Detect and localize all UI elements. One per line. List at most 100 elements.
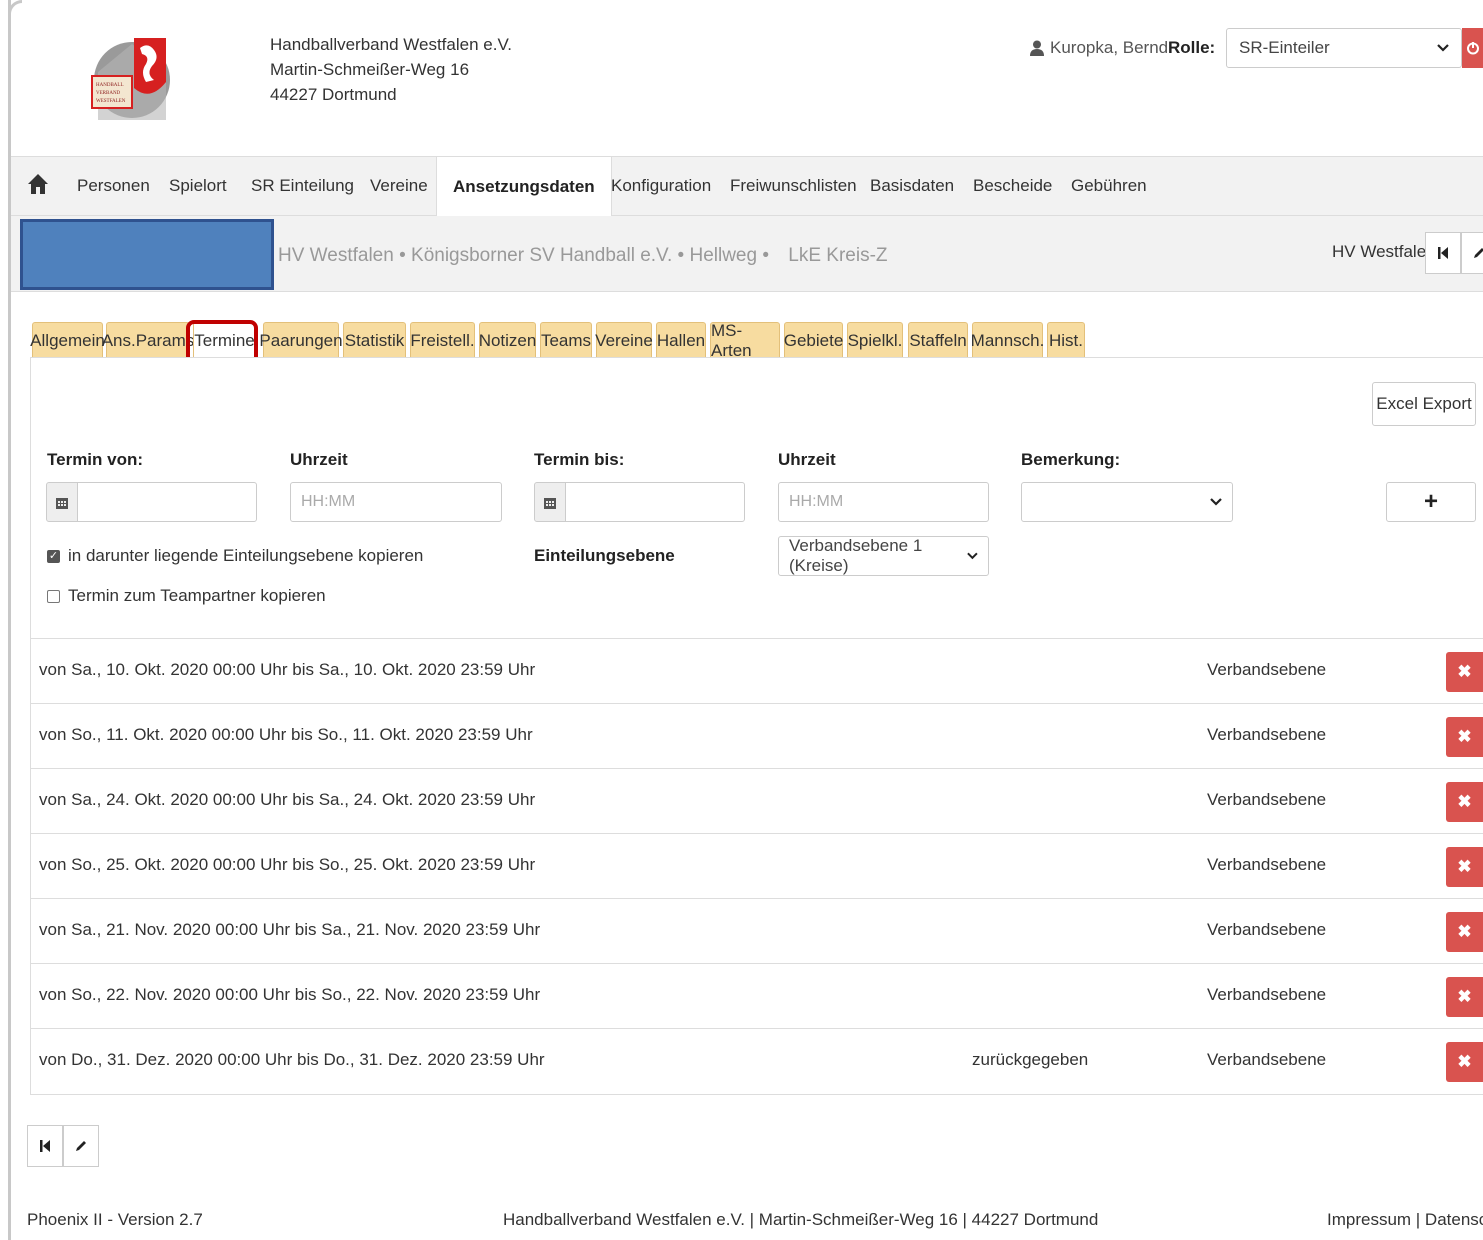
times-icon: ✖ <box>1457 857 1472 876</box>
nav-item-basisdaten[interactable]: Basisdaten <box>854 157 970 215</box>
termin-level: Verbandsebene <box>1207 920 1327 939</box>
termin-level: Verbandsebene <box>1207 985 1327 1004</box>
termin-level: Verbandsebene <box>1207 790 1327 809</box>
copy-lower-level-label: in darunter liegende Einteilungsebene ko… <box>68 546 424 565</box>
termin-text: von So., 11. Okt. 2020 00:00 Uhr bis So.… <box>39 725 533 744</box>
tab-paarungen[interactable]: Paarungen <box>259 322 343 358</box>
chevron-down-icon <box>1437 44 1449 52</box>
nav-item-konfiguration[interactable]: Konfiguration <box>595 157 727 215</box>
association-logo: HANDBALL VERBAND WESTFALEN <box>91 38 170 120</box>
times-icon: ✖ <box>1457 727 1472 746</box>
termin-text: von So., 22. Nov. 2020 00:00 Uhr bis So.… <box>39 985 541 1004</box>
tab-notizen[interactable]: Notizen <box>479 322 536 358</box>
einteilungsebene-label: Einteilungsebene <box>534 546 675 565</box>
tab-allgemein[interactable]: Allgemein <box>30 322 105 358</box>
date-to-input[interactable] <box>565 482 745 522</box>
tab-teams[interactable]: Teams <box>540 322 592 358</box>
breadcrumb-path[interactable]: HV Westfalen • Königsborner SV Handball … <box>278 245 769 266</box>
delete-termin-button[interactable]: ✖ <box>1446 977 1483 1017</box>
nav-item-spielort[interactable]: Spielort <box>153 157 243 215</box>
tab-gebiete[interactable]: Gebiete <box>784 322 843 358</box>
calendar-icon <box>544 497 556 509</box>
delete-termin-button[interactable]: ✖ <box>1446 847 1483 887</box>
add-termin-button[interactable]: + <box>1386 482 1476 522</box>
nav-item-freiwunschlisten[interactable]: Freiwunschlisten <box>714 157 873 215</box>
nav-item-vereine[interactable]: Vereine <box>354 157 444 215</box>
tab-hallen[interactable]: Hallen <box>656 322 706 358</box>
copy-lower-level-option[interactable]: ✓ in darunter liegende Einteilungsebene … <box>47 546 423 566</box>
first-page-icon <box>40 1140 50 1152</box>
context-label: HV Westfalen <box>1332 242 1436 261</box>
times-icon: ✖ <box>1457 792 1472 811</box>
nav-item-bescheide[interactable]: Bescheide <box>957 157 1068 215</box>
copy-teampartner-checkbox[interactable] <box>47 589 60 603</box>
breadcrumb-extra[interactable]: LkE Kreis-Z <box>788 245 887 266</box>
logo-text-3: WESTFALEN <box>96 99 126 104</box>
termin-text: von Sa., 21. Nov. 2020 00:00 Uhr bis Sa.… <box>39 920 541 939</box>
einteilungsebene-select[interactable]: Verbandsebene 1 (Kreise) <box>778 536 989 576</box>
footer-address: Handballverband Westfalen e.V. | Martin-… <box>503 1210 1099 1229</box>
first-page-button-top[interactable] <box>1425 232 1461 274</box>
times-icon: ✖ <box>1457 987 1472 1006</box>
main-navigation: Personen Spielort SR Einteilung Vereine … <box>11 156 1483 217</box>
copy-lower-level-checkbox[interactable]: ✓ <box>47 549 60 563</box>
org-street: Martin-Schmeißer-Weg 16 <box>270 60 470 79</box>
bemerkung-select[interactable] <box>1021 482 1233 522</box>
current-user[interactable]: Kuropka, Bernd <box>1030 38 1168 58</box>
nav-item-personen[interactable]: Personen <box>61 157 166 215</box>
role-select[interactable]: SR-Einteiler <box>1226 28 1462 68</box>
bemerkung-label: Bemerkung: <box>1021 450 1121 469</box>
copy-teampartner-option[interactable]: Termin zum Teampartner kopieren <box>47 586 326 606</box>
list-item: von Sa., 10. Okt. 2020 00:00 Uhr bis Sa.… <box>30 638 1483 703</box>
calendar-icon <box>56 497 68 509</box>
first-page-icon <box>1438 247 1448 259</box>
first-page-button-bottom[interactable] <box>27 1125 63 1167</box>
times-icon: ✖ <box>1457 662 1472 681</box>
redaction-box <box>20 219 274 290</box>
tab-vereine[interactable]: Vereine <box>595 322 653 358</box>
tab-mannsch[interactable]: Mannsch. <box>971 322 1044 358</box>
tab-freistell[interactable]: Freistell. <box>410 322 475 358</box>
footer-links[interactable]: Impressum | Datenschu <box>1327 1210 1483 1230</box>
date-from-calendar-button[interactable] <box>46 482 78 522</box>
tab-ms-arten[interactable]: MS-Arten <box>710 321 780 360</box>
list-bottom-border <box>30 1094 1483 1095</box>
time-to-input[interactable]: HH:MM <box>778 482 989 522</box>
org-name: Handballverband Westfalen e.V. <box>270 35 512 54</box>
time-from-input[interactable]: HH:MM <box>290 482 502 522</box>
termin-note: zurückgegeben <box>972 1050 1089 1069</box>
edit-button-bottom[interactable] <box>63 1125 99 1167</box>
edit-button-top[interactable] <box>1461 232 1483 274</box>
list-item: von Sa., 21. Nov. 2020 00:00 Uhr bis Sa.… <box>30 898 1483 963</box>
logout-button[interactable] <box>1462 28 1483 68</box>
chevron-down-icon <box>967 552 978 560</box>
delete-termin-button[interactable]: ✖ <box>1446 782 1483 822</box>
nav-item-ansetzungsdaten[interactable]: Ansetzungsdaten <box>436 157 612 217</box>
delete-termin-button[interactable]: ✖ <box>1446 1042 1483 1082</box>
delete-termin-button[interactable]: ✖ <box>1446 717 1483 757</box>
tab-spielkl[interactable]: Spielkl. <box>847 322 903 358</box>
delete-termin-button[interactable]: ✖ <box>1446 652 1483 692</box>
list-item: von Sa., 24. Okt. 2020 00:00 Uhr bis Sa.… <box>30 768 1483 833</box>
nav-item-sr-einteilung[interactable]: SR Einteilung <box>235 157 370 215</box>
excel-export-button[interactable]: Excel Export <box>1372 382 1476 426</box>
uhrzeit-von-label: Uhrzeit <box>290 450 348 469</box>
pencil-icon <box>76 1141 86 1151</box>
tab-hist[interactable]: Hist. <box>1047 322 1085 358</box>
tab-staffeln[interactable]: Staffeln <box>908 322 968 358</box>
list-item: von So., 11. Okt. 2020 00:00 Uhr bis So.… <box>30 703 1483 768</box>
nav-item-gebuehren[interactable]: Gebühren <box>1055 157 1163 215</box>
tab-ans-params[interactable]: Ans.Params <box>102 322 194 358</box>
tab-statistik[interactable]: Statistik <box>343 322 406 358</box>
date-from-input[interactable] <box>77 482 257 522</box>
termin-bis-label: Termin bis: <box>534 450 625 469</box>
organization-address: Handballverband Westfalen e.V. Martin-Sc… <box>270 32 512 107</box>
home-icon[interactable] <box>27 173 49 195</box>
org-city: 44227 Dortmund <box>270 85 397 104</box>
copy-teampartner-label: Termin zum Teampartner kopieren <box>68 586 326 605</box>
termin-text: von So., 25. Okt. 2020 00:00 Uhr bis So.… <box>39 855 536 874</box>
delete-termin-button[interactable]: ✖ <box>1446 912 1483 952</box>
termin-level: Verbandsebene <box>1207 1050 1327 1069</box>
date-to-calendar-button[interactable] <box>534 482 566 522</box>
termin-text: von Sa., 10. Okt. 2020 00:00 Uhr bis Sa.… <box>39 660 536 679</box>
